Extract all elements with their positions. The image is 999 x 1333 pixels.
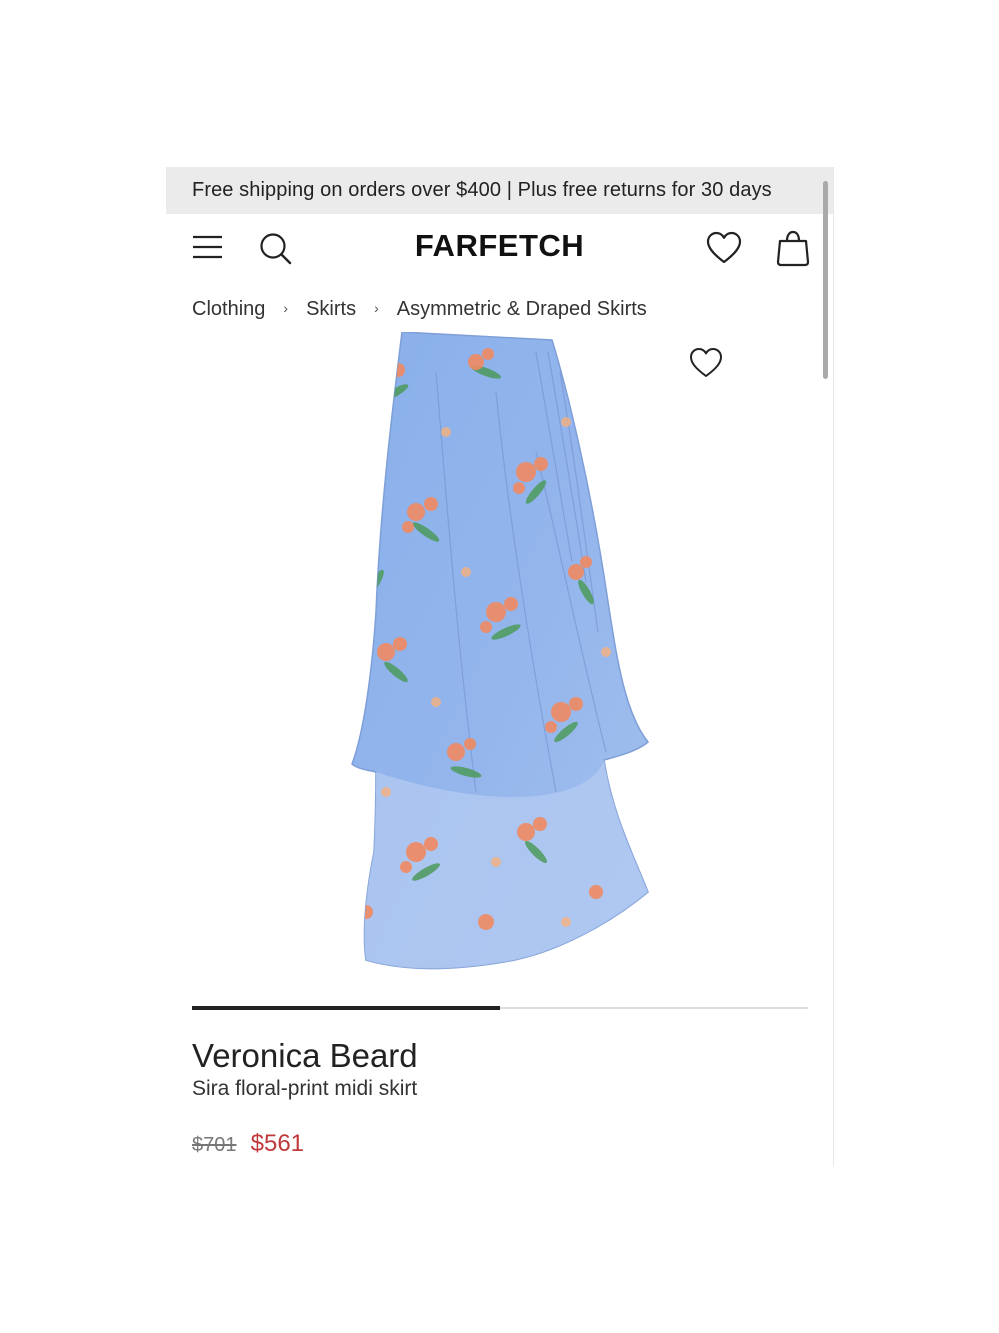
shipping-banner-text: Free shipping on orders over $400 | Plus… [192, 179, 772, 201]
gallery-progress-fill [192, 1006, 500, 1010]
product-brand[interactable]: Veronica Beard [192, 1037, 418, 1075]
breadcrumb-clothing[interactable]: Clothing [192, 298, 265, 321]
add-to-wishlist-icon[interactable] [689, 347, 723, 379]
bag-icon[interactable] [775, 229, 811, 267]
breadcrumb-asymmetric-draped-skirts[interactable]: Asymmetric & Draped Skirts [397, 298, 647, 321]
breadcrumb-skirts[interactable]: Skirts [306, 298, 356, 321]
product-page: Free shipping on orders over $400 | Plus… [166, 167, 834, 1167]
breadcrumb: Clothing › Skirts › Asymmetric & Draped … [192, 295, 647, 323]
original-price: $701 [192, 1134, 237, 1156]
product-image[interactable] [336, 332, 661, 977]
sale-price: $561 [250, 1130, 305, 1157]
heart-icon[interactable] [706, 231, 742, 265]
gallery-progress [192, 1006, 808, 1010]
price-block: $701 $561 [192, 1130, 304, 1158]
product-name: Sira floral-print midi skirt [192, 1077, 418, 1100]
shipping-banner: Free shipping on orders over $400 | Plus… [166, 167, 833, 214]
header: FARFETCH [166, 214, 833, 284]
breadcrumb-separator: › [374, 300, 379, 316]
breadcrumb-separator: › [283, 300, 289, 316]
